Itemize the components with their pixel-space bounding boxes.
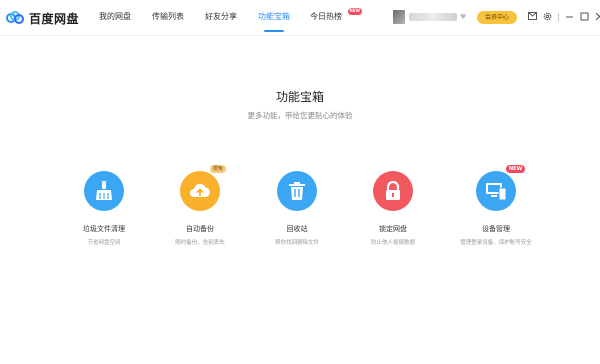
title-bar: 百度网盘 我的网盘 传输列表 好友分享 功能宝箱 今日热榜 NEW ♥ 会员中心 [0,0,600,36]
mail-icon[interactable] [528,12,537,22]
tool-name: 回收站 [286,225,308,233]
tab-toolbox[interactable]: 功能宝箱 [249,0,299,36]
tab-label: 好友分享 [205,12,237,21]
tab-label: 今日热榜 [310,12,342,21]
tool-device-management[interactable]: NEW 设备管理 管理登录设备，保护账号安全 [456,165,536,246]
tab-transfer-list[interactable]: 传输列表 [143,0,193,36]
gear-icon[interactable] [543,12,552,22]
app-name: 百度网盘 [29,11,80,26]
devices-icon [476,171,516,211]
brand: 百度网盘 [6,8,79,28]
minimize-icon[interactable] [565,12,574,22]
divider [558,12,559,22]
free-limited-badge: 限免 [210,165,227,173]
main-tabs: 我的网盘 传输列表 好友分享 功能宝箱 今日热榜 NEW [90,0,362,36]
tool-desc: 防止他人偷窥数据 [370,240,415,246]
tool-desc: 随时备份，告别丢失 [175,240,225,246]
new-badge: NEW [347,8,362,15]
new-badge: NEW [506,165,526,173]
tool-name: 垃圾文件清理 [83,225,125,233]
tab-friend-share[interactable]: 好友分享 [196,0,246,36]
tool-desc: 帮你找回删除文件 [274,240,319,246]
tool-recycle-bin[interactable]: 回收站 帮你找回删除文件 [257,171,337,246]
vip-center-button[interactable]: 会员中心 [477,11,517,24]
tab-label: 传输列表 [152,12,184,21]
tool-name: 锁定网盘 [379,225,407,233]
tool-desc: 节省网盘空间 [87,240,121,246]
trash-icon [277,171,317,211]
tool-junk-cleanup[interactable]: 垃圾文件清理 节省网盘空间 [64,171,144,246]
baidu-cloud-logo-icon [6,11,24,24]
tool-name: 设备管理 [482,225,510,233]
close-icon[interactable] [595,12,600,22]
window-controls [528,12,600,22]
tab-label: 功能宝箱 [258,12,290,21]
cloud-upload-icon [180,171,220,211]
heart-icon: ♥ [460,13,467,21]
maximize-icon[interactable] [580,12,589,22]
user-profile[interactable]: ♥ [393,10,466,24]
tool-auto-backup[interactable]: 限免 自动备份 随时备份，告别丢失 [160,165,240,246]
username [409,13,457,21]
page-title: 功能宝箱 [275,90,324,104]
tool-desc: 管理登录设备，保护账号安全 [460,240,532,246]
broom-icon [84,171,124,211]
lock-icon [373,171,413,211]
tab-hot-list[interactable]: 今日热榜 NEW [302,0,362,36]
avatar [393,10,405,24]
tab-label: 我的网盘 [99,12,131,21]
page-subtitle: 更多功能，带给您更贴心的体验 [247,111,353,120]
tool-lock-disk[interactable]: 锁定网盘 防止他人偷窥数据 [353,171,433,246]
tab-my-disk[interactable]: 我的网盘 [90,0,140,36]
tool-name: 自动备份 [186,225,214,233]
